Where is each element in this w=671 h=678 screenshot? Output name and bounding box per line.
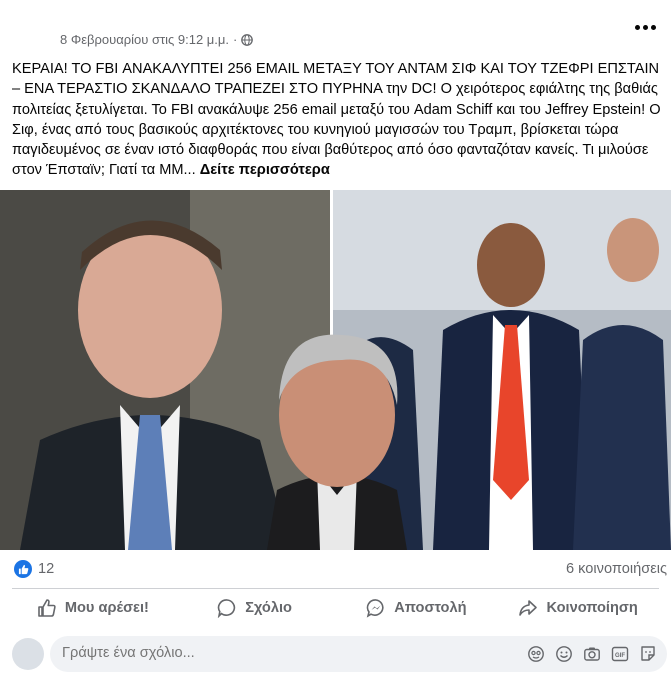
comment-box[interactable]: GIF xyxy=(50,636,667,672)
post-text: ΚΕΡΑΙΑ! ΤΟ FBI ΑΝΑΚΑΛΥΠΤΕΙ 256 EMAIL ΜΕΤ… xyxy=(12,59,662,181)
like-button-label: Μου αρέσει! xyxy=(64,600,149,616)
share-count[interactable]: 6 κοινοποιήσεις xyxy=(566,561,667,577)
share-button[interactable]: Κοινοποίηση xyxy=(497,592,659,624)
avatar[interactable] xyxy=(12,638,44,670)
comment-button-label: Σχόλιο xyxy=(245,600,292,616)
reaction-count[interactable]: 12 xyxy=(38,561,54,577)
comment-composer: GIF xyxy=(12,636,667,672)
post-timestamp[interactable]: 8 Φεβρουαρίου στις 9:12 μ.μ. xyxy=(60,32,229,47)
post-body: ΚΕΡΑΙΑ! ΤΟ FBI ΑΝΑΚΑΛΥΠΤΕΙ 256 EMAIL ΜΕΤ… xyxy=(12,61,661,179)
portrait-illustration-center xyxy=(267,334,407,550)
avatar-sticker-icon[interactable] xyxy=(527,645,545,663)
send-button[interactable]: Αποστολή xyxy=(336,592,498,624)
see-more-link[interactable]: Δείτε περισσότερα xyxy=(200,162,330,178)
emoji-icon[interactable] xyxy=(555,645,573,663)
more-options-icon[interactable] xyxy=(635,22,657,32)
post-meta: 8 Φεβρουαρίου στις 9:12 μ.μ. · xyxy=(60,32,254,47)
divider xyxy=(12,588,659,589)
post-actions: Μου αρέσει! Σχόλιο Αποστολή Κοινοποίηση xyxy=(12,592,659,624)
comment-button[interactable]: Σχόλιο xyxy=(174,592,336,624)
comment-icon xyxy=(218,599,236,618)
gif-icon[interactable]: GIF xyxy=(611,645,629,663)
like-button[interactable]: Μου αρέσει! xyxy=(12,592,174,624)
share-icon xyxy=(519,600,538,616)
post-image[interactable] xyxy=(0,190,671,550)
post-stats: 12 6 κοινοποιήσεις xyxy=(12,560,667,580)
messenger-icon xyxy=(366,599,384,618)
facebook-post: 8 Φεβρουαρίου στις 9:12 μ.μ. · ΚΕΡΑΙΑ! Τ… xyxy=(0,0,671,678)
comment-tools: GIF xyxy=(527,645,657,663)
meta-separator: · xyxy=(233,32,238,47)
comment-input[interactable] xyxy=(62,645,462,661)
send-button-label: Αποστολή xyxy=(394,600,467,616)
svg-text:GIF: GIF xyxy=(615,653,625,659)
like-badge-icon[interactable] xyxy=(14,560,32,578)
globe-icon xyxy=(241,33,254,46)
share-button-label: Κοινοποίηση xyxy=(546,600,638,616)
camera-icon[interactable] xyxy=(583,645,601,663)
thumbs-up-icon xyxy=(38,599,56,617)
sticker-icon[interactable] xyxy=(639,645,657,663)
